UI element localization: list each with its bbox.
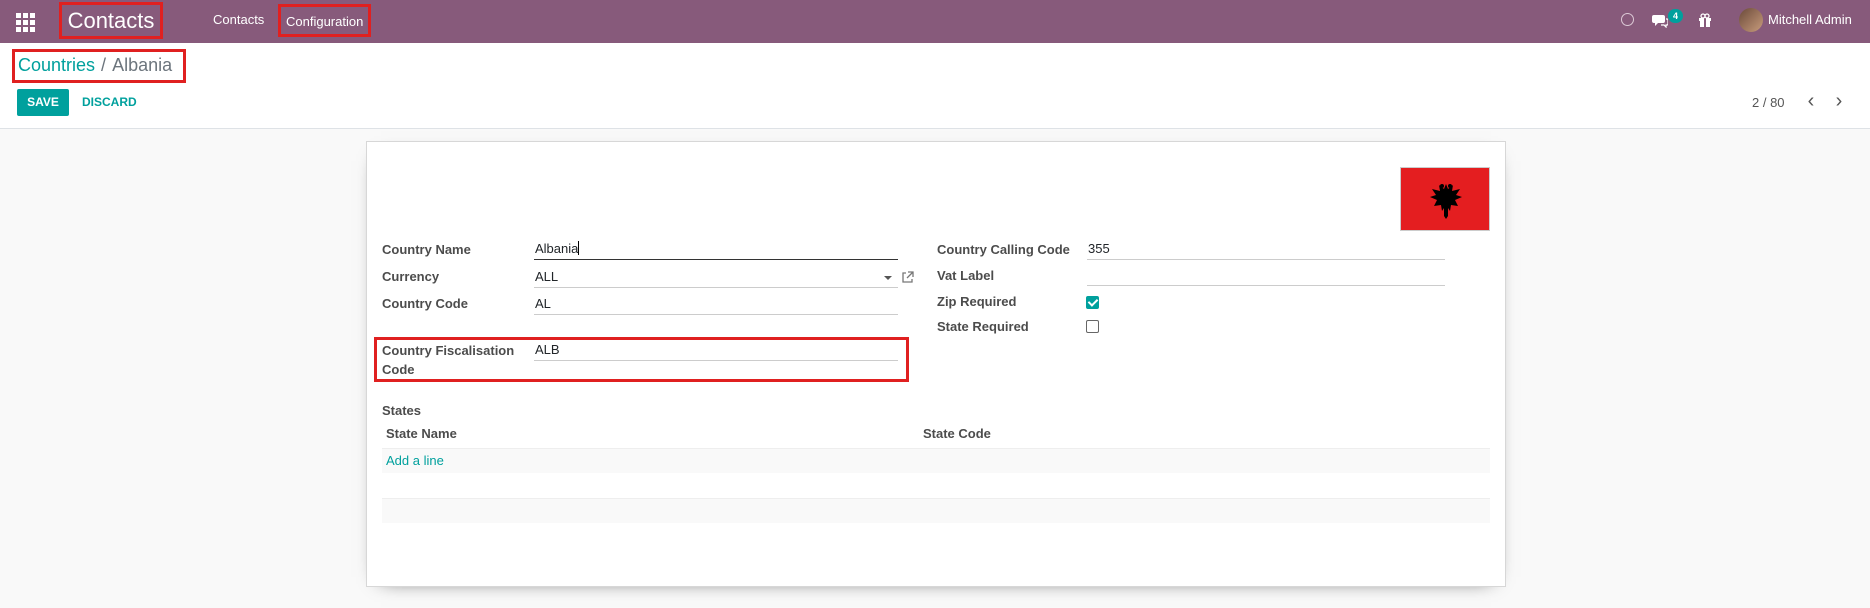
gift-icon[interactable]	[1698, 0, 1712, 43]
chevron-right-icon[interactable]: ›	[1829, 89, 1849, 116]
control-panel: Countries / Albania SAVE DISCARD 2 / 80 ‹ …	[0, 43, 1870, 129]
currency-label: Currency	[382, 269, 440, 284]
country-flag-image[interactable]	[1400, 167, 1490, 231]
fiscal-code-label: Country Fiscalisation Code	[382, 341, 514, 379]
discard-button[interactable]: DISCARD	[82, 89, 137, 116]
states-title: States	[382, 403, 422, 418]
country-code-label: Country Code	[382, 296, 468, 311]
top-navbar: Contacts Contacts Configuration 4 Mitche…	[0, 0, 1870, 43]
text-caret	[578, 241, 580, 255]
breadcrumb-current: Albania	[112, 55, 173, 75]
currency-select[interactable]: ALL	[534, 266, 898, 288]
chat-icon[interactable]	[1652, 0, 1669, 43]
chevron-left-icon[interactable]: ‹	[1801, 89, 1821, 116]
user-name[interactable]: Mitchell Admin	[1768, 0, 1852, 43]
menu-configuration[interactable]: Configuration	[278, 4, 372, 37]
zip-required-checkbox[interactable]	[1086, 296, 1099, 309]
apps-grid-icon[interactable]	[14, 11, 36, 33]
breadcrumb: Countries / Albania	[12, 49, 186, 83]
chevron-down-icon[interactable]	[884, 276, 892, 280]
form-sheet: Country Name Albania Currency ALL Countr…	[366, 141, 1506, 587]
state-required-label: State Required	[937, 319, 1029, 334]
breadcrumb-separator: /	[101, 55, 107, 75]
column-state-code[interactable]: State Code	[923, 426, 991, 441]
country-name-label: Country Name	[382, 242, 471, 257]
external-link-icon[interactable]	[901, 271, 915, 285]
double-headed-eagle-icon	[1430, 184, 1462, 219]
clock-icon[interactable]	[1620, 0, 1636, 43]
zip-required-label: Zip Required	[937, 294, 1017, 309]
avatar[interactable]	[1739, 8, 1763, 32]
chat-count-badge: 4	[1668, 9, 1683, 23]
save-button[interactable]: SAVE	[17, 89, 69, 116]
add-line-row: Add a line	[382, 448, 1490, 473]
country-code-input[interactable]: AL	[534, 293, 898, 315]
country-name-value: Albania	[535, 241, 579, 256]
column-state-name[interactable]: State Name	[386, 426, 457, 441]
add-line-link[interactable]: Add a line	[386, 453, 444, 468]
vat-label-label: Vat Label	[937, 268, 995, 283]
breadcrumb-countries[interactable]: Countries	[18, 55, 95, 75]
fiscal-code-input[interactable]: ALB	[534, 339, 898, 361]
calling-code-label: Country Calling Code	[937, 242, 1070, 257]
state-required-checkbox[interactable]	[1086, 320, 1099, 333]
fiscal-code-label-line2: Code	[382, 362, 415, 377]
country-name-input[interactable]: Albania	[534, 238, 898, 260]
calling-code-input[interactable]: 355	[1087, 238, 1445, 260]
pager-value[interactable]: 2 / 80	[1752, 89, 1785, 116]
fiscal-code-label-line1: Country Fiscalisation	[382, 343, 515, 358]
vat-label-input[interactable]	[1087, 264, 1445, 286]
empty-row	[382, 498, 1490, 523]
menu-contacts[interactable]: Contacts	[213, 0, 264, 43]
app-brand[interactable]: Contacts	[59, 2, 163, 39]
